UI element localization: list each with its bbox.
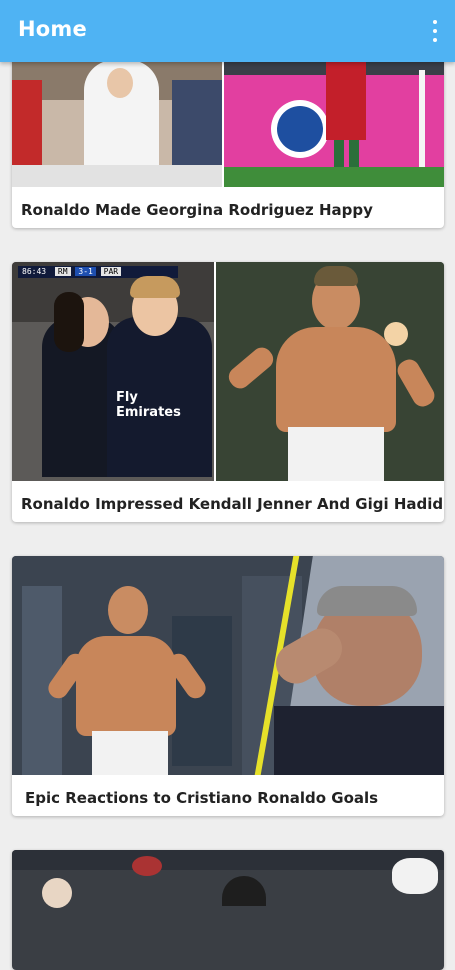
card-title: Ronaldo Impressed Kendall Jenner And Gig… [21, 495, 444, 513]
news-card[interactable]: Epic Reactions to Cristiano Ronaldo Goal… [12, 556, 444, 816]
shirt-sponsor-text: Fly Emirates [116, 390, 181, 420]
page-title: Home [18, 17, 87, 41]
app-bar: Home [0, 0, 455, 62]
score-overlay: 86:43 RM 3-1 PAR [22, 266, 122, 278]
card-thumbnail [12, 556, 444, 775]
more-vert-icon[interactable] [429, 20, 441, 42]
news-card[interactable]: 86:43 RM 3-1 PAR Fly Emirates Ronaldo Im… [12, 262, 444, 522]
card-title: Ronaldo Made Georgina Rodriguez Happy [21, 201, 373, 219]
card-thumbnail [12, 850, 444, 970]
card-title: Epic Reactions to Cristiano Ronaldo Goal… [25, 789, 379, 807]
news-card[interactable] [12, 850, 444, 970]
card-thumbnail: 86:43 RM 3-1 PAR Fly Emirates [12, 262, 444, 481]
feed-list[interactable]: Ronaldo Made Georgina Rodriguez Happy 86… [0, 0, 455, 970]
